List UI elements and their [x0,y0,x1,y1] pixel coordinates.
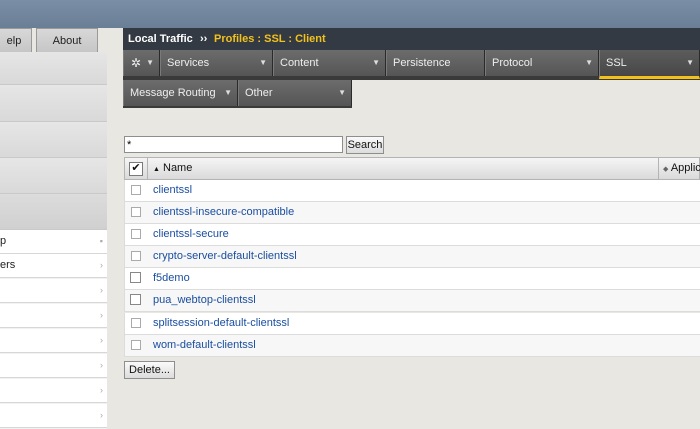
nav-gutter [107,52,123,429]
select-all-checkbox[interactable]: ✔ [129,162,143,176]
profile-link[interactable]: wom-default-clientssl [153,335,256,356]
row-checkbox[interactable] [131,251,141,261]
nav-item-label: ers [0,259,16,271]
chevron-right-icon: › [100,360,103,370]
row-checkbox[interactable] [131,229,141,239]
table-row: crypto-server-default-clientssl [124,246,700,268]
column-application-label: Applic [670,162,700,174]
profile-link[interactable]: splitsession-default-clientssl [153,313,289,334]
tab-label: Services [167,57,210,69]
table-row: splitsession-default-clientssl [124,313,700,335]
breadcrumb-section[interactable]: Local Traffic [128,28,193,50]
chevron-down-icon: ▼ [338,88,346,97]
nav-item-3[interactable]: › [0,279,107,303]
tab-label: Other [245,87,273,99]
nav-section-1[interactable] [0,52,107,85]
sort-asc-icon: ▲ [153,166,160,173]
help-tab-label: elp [6,35,22,47]
breadcrumb-current: Profiles : SSL : Client [214,33,326,45]
row-checkbox[interactable] [131,207,141,217]
chevron-right-icon: › [100,285,103,295]
nav-item-4[interactable]: › [0,304,107,328]
chevron-right-icon: › [100,385,103,395]
tab-content[interactable]: Content ▼ [273,50,386,76]
chevron-down-icon: ▼ [259,58,267,67]
chevron-right-icon: › [100,260,103,270]
nav-section-2[interactable] [0,85,107,122]
pin-icon[interactable]: ▪ [100,230,103,253]
nav-item-8[interactable]: › [0,404,107,428]
tab-persistence[interactable]: Persistence [386,50,485,76]
table-row: wom-default-clientssl [124,335,700,357]
table-row: f5demo [124,268,700,290]
tab-protocol[interactable]: Protocol ▼ [485,50,599,76]
tab-services[interactable]: Services ▼ [160,50,273,76]
profile-link[interactable]: clientssl-insecure-compatible [153,202,294,223]
column-divider [658,158,659,179]
row-checkbox[interactable] [131,185,141,195]
breadcrumb-separator: ›› [200,33,208,45]
table-row: pua_webtop-clientssl [124,290,700,312]
help-tab[interactable]: elp [0,28,32,52]
row-checkbox[interactable] [131,340,141,350]
about-tab-label: About [52,35,82,47]
nav-item-6[interactable]: › [0,354,107,378]
tab-label: SSL [606,57,627,69]
tab-gear-menu[interactable]: ✲ ▼ [123,50,160,76]
nav-item-1[interactable]: p ▪ [0,230,107,254]
nav-section-3[interactable] [0,122,107,158]
profile-link[interactable]: clientssl-secure [153,224,229,245]
left-nav: p ▪ ers › › › › › › › [0,52,107,429]
tab-bar-filler [352,80,700,108]
column-divider [147,158,148,179]
nav-item-7[interactable]: › [0,379,107,403]
tab-other[interactable]: Other ▼ [238,80,352,106]
breadcrumb: Local Traffic ›› Profiles : SSL : Client [123,28,700,50]
tab-message-routing[interactable]: Message Routing ▼ [123,80,238,106]
chevron-down-icon: ▼ [146,58,154,67]
table-header: ✔ ▲ Name ◆ Applic [124,157,700,180]
table-row: clientssl-insecure-compatible [124,202,700,224]
about-tab[interactable]: About [36,28,98,52]
chevron-down-icon: ▼ [585,58,593,67]
nav-item-5[interactable]: › [0,329,107,353]
sort-icon: ◆ [663,166,669,173]
profile-link[interactable]: clientssl [153,180,192,201]
tab-label: Content [280,57,319,69]
table-row: clientssl-secure [124,224,700,246]
tab-ssl[interactable]: SSL ▼ [599,50,700,79]
nav-item-2[interactable]: ers › [0,254,107,278]
gear-icon: ✲ [131,56,142,70]
chevron-right-icon: › [100,335,103,345]
chevron-right-icon: › [100,410,103,420]
profile-link[interactable]: f5demo [153,268,190,289]
nav-item-label: p [0,235,7,247]
tab-label: Protocol [492,57,533,69]
nav-section-4[interactable] [0,158,107,194]
chevron-down-icon: ▼ [686,58,694,67]
table-row: clientssl [124,180,700,202]
nav-section-5[interactable] [0,194,107,230]
delete-button[interactable]: Delete... [124,361,175,379]
row-checkbox[interactable] [130,294,141,305]
tab-label: Message Routing [130,87,216,99]
top-banner [0,0,700,28]
chevron-right-icon: › [100,310,103,320]
row-checkbox[interactable] [131,318,141,328]
column-application-header[interactable]: ◆ Applic [663,158,700,180]
profile-link[interactable]: crypto-server-default-clientssl [153,246,297,267]
column-name-header[interactable]: ▲ Name [153,158,192,180]
search-button[interactable]: Search [346,136,384,154]
profile-link[interactable]: pua_webtop-clientssl [153,290,256,311]
tab-label: Persistence [393,57,451,69]
chevron-down-icon: ▼ [372,58,380,67]
column-name-label: Name [163,162,193,174]
row-checkbox[interactable] [130,272,141,283]
search-input[interactable] [124,136,343,153]
chevron-down-icon: ▼ [224,88,232,97]
